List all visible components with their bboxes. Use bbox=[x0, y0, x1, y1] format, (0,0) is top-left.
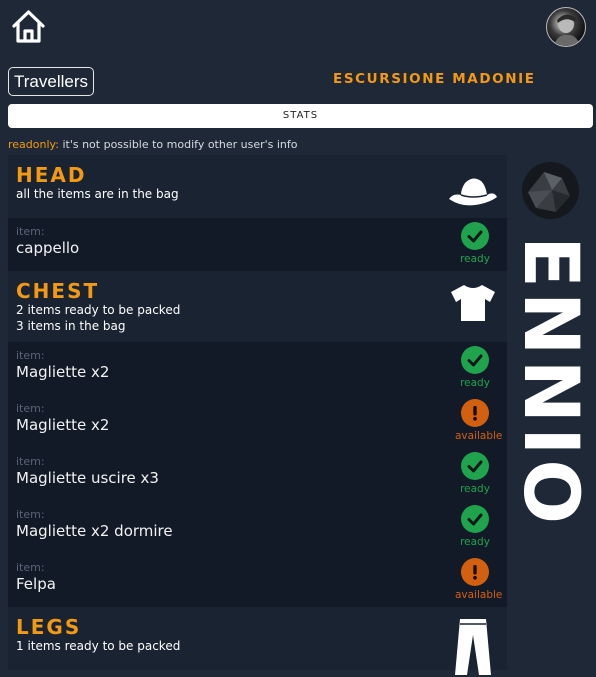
readonly-message: it's not possible to modify other user's… bbox=[62, 138, 298, 151]
check-icon bbox=[461, 505, 489, 533]
stats-button[interactable]: STATS bbox=[8, 104, 593, 128]
section-chest: CHEST 2 items ready to be packed 3 items… bbox=[8, 271, 507, 342]
readonly-notice: readonly: it's not possible to modify ot… bbox=[8, 138, 298, 151]
status-text: ready bbox=[460, 377, 490, 389]
section-summary: 3 items in the bag bbox=[16, 319, 126, 333]
item-name: Magliette uscire x3 bbox=[16, 469, 159, 487]
item-status[interactable]: ready bbox=[455, 505, 495, 548]
list-item[interactable]: item: Magliette x2 ready bbox=[8, 342, 507, 395]
status-text: ready bbox=[460, 253, 490, 265]
avatar-art bbox=[528, 172, 570, 212]
list-item[interactable]: item: cappello ready bbox=[8, 218, 507, 271]
item-status[interactable]: ready bbox=[455, 222, 495, 265]
status-text: ready bbox=[460, 483, 490, 495]
section-summary: 1 items ready to be packed bbox=[16, 639, 181, 653]
item-name: cappello bbox=[16, 239, 80, 257]
item-label: item: bbox=[16, 402, 45, 415]
list-item[interactable]: item: Magliette x2 available bbox=[8, 395, 507, 448]
list-item[interactable]: item: Magliette x2 dormire ready bbox=[8, 501, 507, 554]
section-summary: all the items are in the bag bbox=[16, 187, 179, 201]
item-status[interactable]: ready bbox=[455, 452, 495, 495]
traveller-name: ENNIO bbox=[507, 235, 596, 529]
check-icon bbox=[461, 346, 489, 374]
item-name: Magliette x2 bbox=[16, 363, 110, 381]
tshirt-icon bbox=[451, 285, 495, 321]
check-icon bbox=[461, 222, 489, 250]
item-label: item: bbox=[16, 225, 45, 238]
home-button[interactable] bbox=[10, 8, 47, 45]
status-text: available bbox=[455, 430, 503, 442]
avatar-photo bbox=[553, 14, 581, 46]
profile-avatar[interactable] bbox=[546, 7, 586, 47]
item-name: Felpa bbox=[16, 575, 56, 593]
section-title: HEAD bbox=[16, 163, 87, 187]
check-icon bbox=[461, 452, 489, 480]
travellers-button[interactable]: Travellers bbox=[8, 67, 94, 96]
status-text: ready bbox=[460, 536, 490, 548]
section-head: HEAD all the items are in the bag bbox=[8, 155, 507, 218]
exclamation-icon bbox=[461, 399, 489, 427]
trousers-icon bbox=[455, 619, 491, 675]
item-label: item: bbox=[16, 508, 45, 521]
trip-title: ESCURSIONE MADONIE bbox=[333, 71, 536, 87]
readonly-tag: readonly: bbox=[8, 138, 59, 151]
section-legs: LEGS 1 items ready to be packed bbox=[8, 607, 507, 675]
item-status[interactable]: available bbox=[455, 558, 503, 601]
home-icon bbox=[12, 10, 45, 43]
status-text: available bbox=[455, 589, 503, 601]
item-label: item: bbox=[16, 561, 45, 574]
list-item[interactable]: item: Magliette uscire x3 ready bbox=[8, 448, 507, 501]
item-name: Magliette x2 bbox=[16, 416, 110, 434]
hat-icon bbox=[449, 178, 497, 206]
item-label: item: bbox=[16, 455, 45, 468]
section-summary: 2 items ready to be packed bbox=[16, 303, 181, 317]
section-title: LEGS bbox=[16, 615, 82, 639]
traveller-avatar bbox=[522, 162, 579, 219]
luggage-list: HEAD all the items are in the bag item: … bbox=[8, 155, 507, 675]
exclamation-icon bbox=[461, 558, 489, 586]
item-status[interactable]: ready bbox=[455, 346, 495, 389]
item-status[interactable]: available bbox=[455, 399, 503, 442]
list-item[interactable]: item: Felpa available bbox=[8, 554, 507, 607]
item-label: item: bbox=[16, 349, 45, 362]
item-name: Magliette x2 dormire bbox=[16, 522, 173, 540]
section-title: CHEST bbox=[16, 279, 100, 303]
